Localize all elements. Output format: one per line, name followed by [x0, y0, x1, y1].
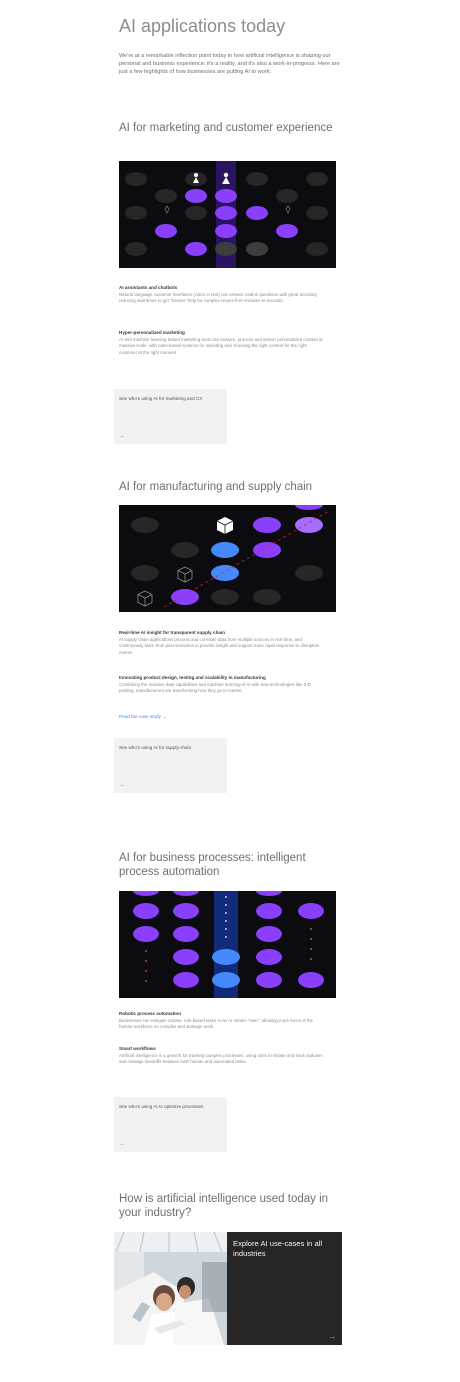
page-title: AI applications today	[119, 16, 286, 36]
business-item-1-title: Robotic process automation	[119, 1011, 182, 1016]
business-heading: AI for business processes: intelligent p…	[119, 852, 306, 878]
manufacturing-item-2-title: Innovating product design, testing and s…	[119, 675, 266, 680]
business-item-1-text: Businesses can relegate routine, rule-ba…	[119, 1018, 313, 1030]
manufacturing-item-1-text: AI supply chain applications process and…	[119, 637, 320, 655]
manufacturing-heading: AI for manufacturing and supply chain	[119, 481, 313, 493]
processes-card[interactable]: See who's using AI to optimize processes…	[114, 1097, 227, 1152]
business-item-2-text: Artificial intelligence is a great fit f…	[119, 1053, 323, 1065]
marketing-item-2-title: Hyper-personalized marketing	[119, 330, 185, 335]
marketing-heading: AI for marketing and customer experience	[119, 122, 333, 134]
explore-card-text: Explore AI use-cases in all industries	[233, 1239, 323, 1258]
manufacturing-item-1-title: Real-time AI insight for transparent sup…	[119, 630, 226, 635]
business-item-2-title: Smart workflows	[119, 1046, 156, 1051]
processes-card-text: See who's using AI to optimize processes	[119, 1104, 204, 1109]
industry-photo	[114, 1232, 227, 1345]
supply-chain-card-text: See who's using AI for supply chain	[119, 745, 192, 750]
supply-chain-card[interactable]: See who's using AI for supply chain →	[114, 738, 227, 793]
arrow-right-icon: →	[119, 433, 125, 439]
manufacturing-illustration	[119, 505, 336, 612]
marketing-illustration	[119, 161, 336, 268]
page: AI applications today We're at a remarka…	[0, 0, 460, 1382]
arrow-right-icon: →	[119, 782, 125, 788]
industry-heading: How is artificial intelligence used toda…	[119, 1193, 329, 1219]
intro-paragraph: We're at a remarkable inflection point t…	[119, 53, 340, 75]
marketing-cx-card[interactable]: See who's using AI for marketing and CX …	[114, 389, 227, 444]
manufacturing-item-2-text: Combining the massive data capabilities …	[119, 682, 311, 694]
read-case-study-link[interactable]: Read the case study →	[119, 714, 167, 719]
arrow-right-icon: →	[119, 1141, 125, 1147]
marketing-cx-card-text: See who's using AI for marketing and CX	[119, 396, 203, 401]
explore-ai-use-cases-card[interactable]: Explore AI use-cases in all industries →	[227, 1232, 342, 1345]
marketing-item-2-text: AI and machine learning-based marketing …	[119, 337, 323, 355]
marketing-item-1-title: AI assistants and chatbots	[119, 285, 178, 290]
business-illustration	[119, 891, 336, 998]
arrow-right-icon: →	[328, 1332, 336, 1341]
marketing-item-1-text: Natural language customer interfaces (vo…	[119, 292, 318, 304]
